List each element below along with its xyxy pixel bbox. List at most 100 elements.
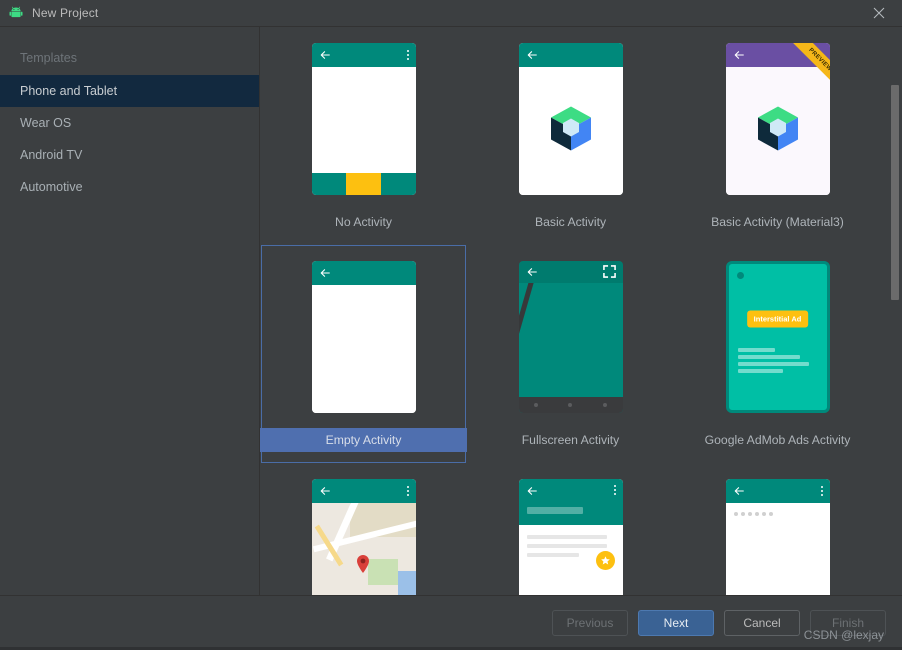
sidebar-item-wear-os[interactable]: Wear OS	[0, 107, 259, 139]
map-pin-icon	[356, 554, 370, 573]
diagonal-decoration	[518, 282, 542, 397]
back-arrow-icon	[527, 267, 537, 276]
preview-appbar	[311, 260, 416, 285]
sidebar-item-android-tv[interactable]: Android TV	[0, 139, 259, 171]
template-thumbnail: PREVIEW	[674, 27, 881, 210]
next-button-label: Next	[663, 616, 689, 630]
bottom-nav-segment	[311, 172, 347, 195]
finish-button[interactable]: Finish	[810, 610, 886, 636]
templates-pane: No Activity Basic Activity PREVIEW Basic…	[260, 27, 902, 595]
category-sidebar: Templates Phone and Tablet Wear OS Andro…	[0, 27, 260, 595]
template-tile-basic-activity-material3[interactable]: PREVIEW Basic Activity (Material3)	[674, 27, 881, 245]
dialog-body: Templates Phone and Tablet Wear OS Andro…	[0, 27, 902, 596]
phone-preview	[311, 260, 416, 413]
template-tile-login-activity[interactable]	[674, 463, 881, 595]
placeholder-lines	[737, 348, 816, 376]
template-tile-primary-detail-flow[interactable]	[467, 463, 674, 595]
preview-bottom-nav	[518, 396, 623, 413]
template-label: Empty Activity	[260, 428, 467, 452]
bottom-nav-segment-active	[346, 172, 381, 195]
android-robot-icon	[8, 5, 24, 21]
sidebar-item-phone-and-tablet[interactable]: Phone and Tablet	[0, 75, 259, 107]
close-icon[interactable]	[856, 0, 902, 27]
sidebar-group-templates: Templates	[0, 41, 259, 75]
overflow-menu-icon	[613, 484, 616, 495]
template-tile-empty-activity[interactable]: Empty Activity	[260, 245, 467, 463]
template-label: Google AdMob Ads Activity	[704, 433, 851, 447]
templates-row: Empty Activity Fullscreen Activity Inter…	[260, 245, 888, 463]
previous-button-label: Previous	[566, 616, 614, 630]
previous-button[interactable]: Previous	[552, 610, 628, 636]
preview-appbar	[311, 478, 416, 503]
template-thumbnail	[260, 245, 467, 428]
sidebar-item-automotive[interactable]: Automotive	[0, 171, 259, 203]
title-bar: New Project	[0, 0, 902, 27]
preview-content	[311, 66, 416, 173]
templates-row	[260, 463, 888, 595]
preview-appbar	[518, 260, 623, 283]
template-label: No Activity	[335, 215, 392, 229]
nav-dot	[533, 402, 538, 407]
back-arrow-icon	[320, 50, 330, 59]
template-tile-basic-activity[interactable]: Basic Activity	[467, 27, 674, 245]
sidebar-group-label: Templates	[20, 51, 77, 65]
phone-preview: PREVIEW	[725, 42, 830, 195]
templates-row: No Activity Basic Activity PREVIEW Basic…	[260, 27, 888, 245]
interstitial-ad-badge: Interstitial Ad	[746, 310, 809, 328]
overflow-menu-icon	[406, 485, 409, 496]
back-arrow-icon	[320, 486, 330, 495]
phone-preview: Interstitial Ad	[725, 260, 830, 413]
map-park	[367, 558, 398, 585]
preview-content	[725, 66, 830, 195]
preview-bottom-nav	[311, 172, 416, 195]
preview-content	[518, 282, 623, 397]
template-tile-no-activity[interactable]: No Activity	[260, 27, 467, 245]
next-button[interactable]: Next	[638, 610, 714, 636]
template-label: Basic Activity (Material3)	[711, 215, 844, 229]
phone-preview	[725, 478, 830, 595]
template-thumbnail	[467, 27, 674, 210]
preview-appbar	[518, 478, 623, 525]
template-tile-google-maps-activity[interactable]	[260, 463, 467, 595]
phone-preview	[311, 478, 416, 595]
nav-dot	[568, 402, 573, 407]
template-thumbnail	[467, 245, 674, 428]
preview-content	[518, 66, 623, 195]
template-tile-google-admob-ads-activity[interactable]: Interstitial Ad Google AdMob Ads Activit…	[674, 245, 881, 463]
template-tile-fullscreen-activity[interactable]: Fullscreen Activity	[467, 245, 674, 463]
template-label: Fullscreen Activity	[521, 433, 620, 447]
preview-content	[725, 502, 830, 595]
phone-preview	[311, 42, 416, 195]
template-thumbnail	[260, 27, 467, 210]
scrollbar-thumb[interactable]	[891, 85, 899, 300]
sidebar-item-label: Automotive	[20, 180, 83, 194]
phone-preview	[518, 478, 623, 595]
camera-dot-icon	[736, 271, 744, 279]
finish-button-label: Finish	[831, 616, 864, 630]
window-title: New Project	[32, 6, 99, 20]
sidebar-item-label: Wear OS	[20, 116, 72, 130]
sidebar-item-label: Phone and Tablet	[20, 84, 118, 98]
sidebar-item-label: Android TV	[20, 148, 83, 162]
cancel-button[interactable]: Cancel	[724, 610, 800, 636]
preview-content	[518, 524, 623, 595]
overflow-menu-icon	[406, 49, 409, 60]
templates-grid: No Activity Basic Activity PREVIEW Basic…	[260, 27, 888, 595]
template-thumbnail	[674, 463, 881, 595]
nav-dot	[603, 402, 608, 407]
preview-appbar	[725, 478, 830, 503]
floating-action-button-icon	[595, 550, 615, 570]
template-thumbnail	[467, 463, 674, 595]
overflow-menu-icon	[820, 485, 823, 496]
back-arrow-icon	[320, 268, 330, 277]
template-label: Basic Activity	[534, 215, 607, 229]
templates-scrollbar[interactable]	[890, 27, 900, 595]
preview-appbar	[311, 42, 416, 67]
map-water	[397, 570, 416, 595]
compose-logo-icon	[548, 104, 594, 157]
compose-logo-icon	[755, 104, 801, 157]
template-thumbnail	[260, 463, 467, 595]
cancel-button-label: Cancel	[743, 616, 781, 630]
back-arrow-icon	[527, 486, 537, 495]
preview-content	[311, 284, 416, 413]
